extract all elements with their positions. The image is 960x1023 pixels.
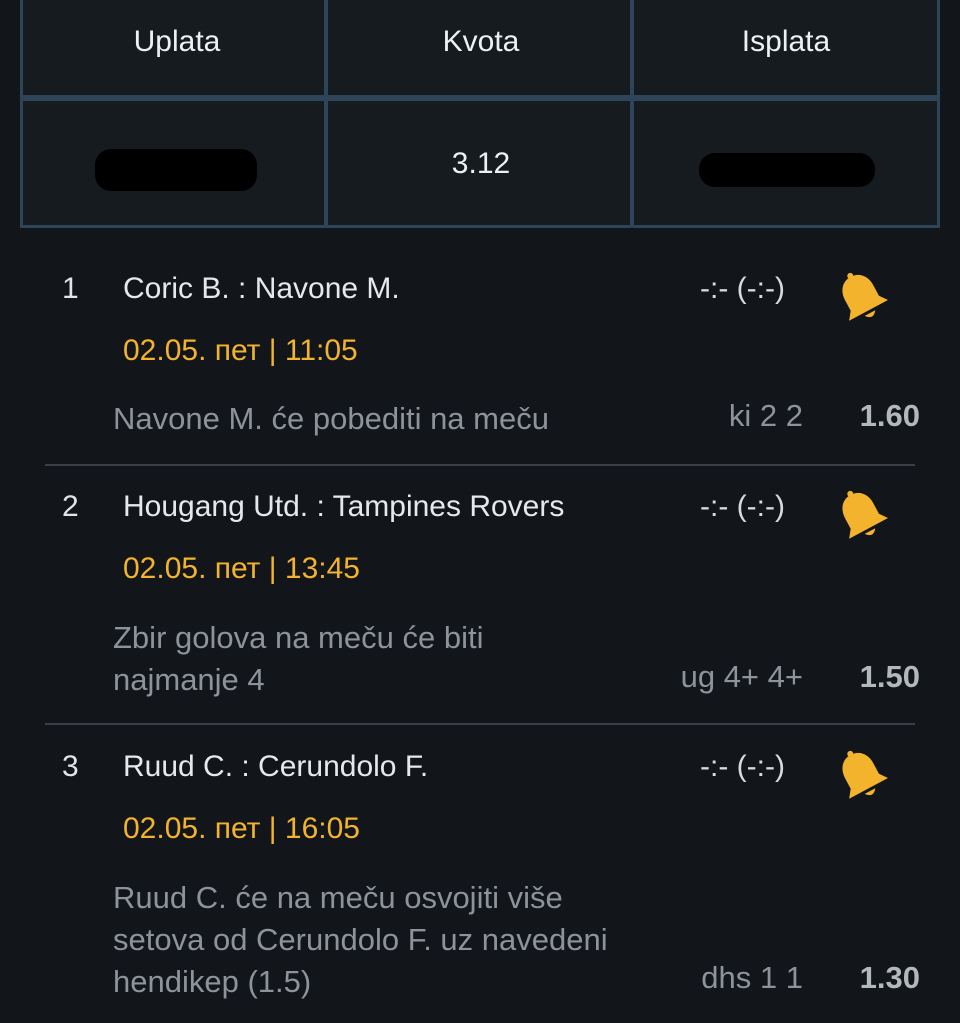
ticket-summary-table: Uplata Kvota Isplata 3.12 xyxy=(20,0,940,228)
bell-icon[interactable] xyxy=(832,268,892,328)
bet-odd: 1.50 xyxy=(859,659,920,694)
divider xyxy=(45,723,915,725)
match-datetime: 02.05. пет | 11:05 xyxy=(123,334,358,367)
match-name: Coric B. : Navone M. xyxy=(123,272,400,305)
bet-code: dhs 1 1 xyxy=(701,960,803,995)
bet-odd: 1.30 xyxy=(859,960,920,995)
bet-code: ki 2 2 xyxy=(728,398,803,433)
bell-icon[interactable] xyxy=(832,486,892,546)
stake-header: Uplata xyxy=(133,25,221,58)
row-divider xyxy=(23,95,937,101)
match-score: -:- (-:-) xyxy=(700,750,785,783)
bet-code: ug 4+ 4+ xyxy=(680,659,803,694)
match-score: -:- (-:-) xyxy=(700,490,785,523)
match-name: Ruud C. : Cerundolo F. xyxy=(123,750,429,783)
odds-header: Kvota xyxy=(442,25,520,58)
match-name: Hougang Utd. : Tampines Rovers xyxy=(123,490,565,523)
match-datetime: 02.05. пет | 16:05 xyxy=(123,812,360,845)
bet-number: 3 xyxy=(62,750,79,783)
divider xyxy=(45,464,915,466)
bet-number: 2 xyxy=(62,490,79,523)
bet-description: Zbir golova na meču će biti najmanje 4 xyxy=(113,620,484,697)
bet-odd: 1.60 xyxy=(859,398,920,433)
bet-number: 1 xyxy=(62,272,79,305)
match-datetime: 02.05. пет | 13:45 xyxy=(123,552,360,585)
stake-value-redacted xyxy=(95,149,257,191)
bell-icon[interactable] xyxy=(832,746,892,806)
payout-value-redacted xyxy=(699,153,875,187)
payout-header: Isplata xyxy=(741,25,831,58)
match-score: -:- (-:-) xyxy=(700,272,785,305)
total-odds-value: 3.12 xyxy=(451,147,511,180)
